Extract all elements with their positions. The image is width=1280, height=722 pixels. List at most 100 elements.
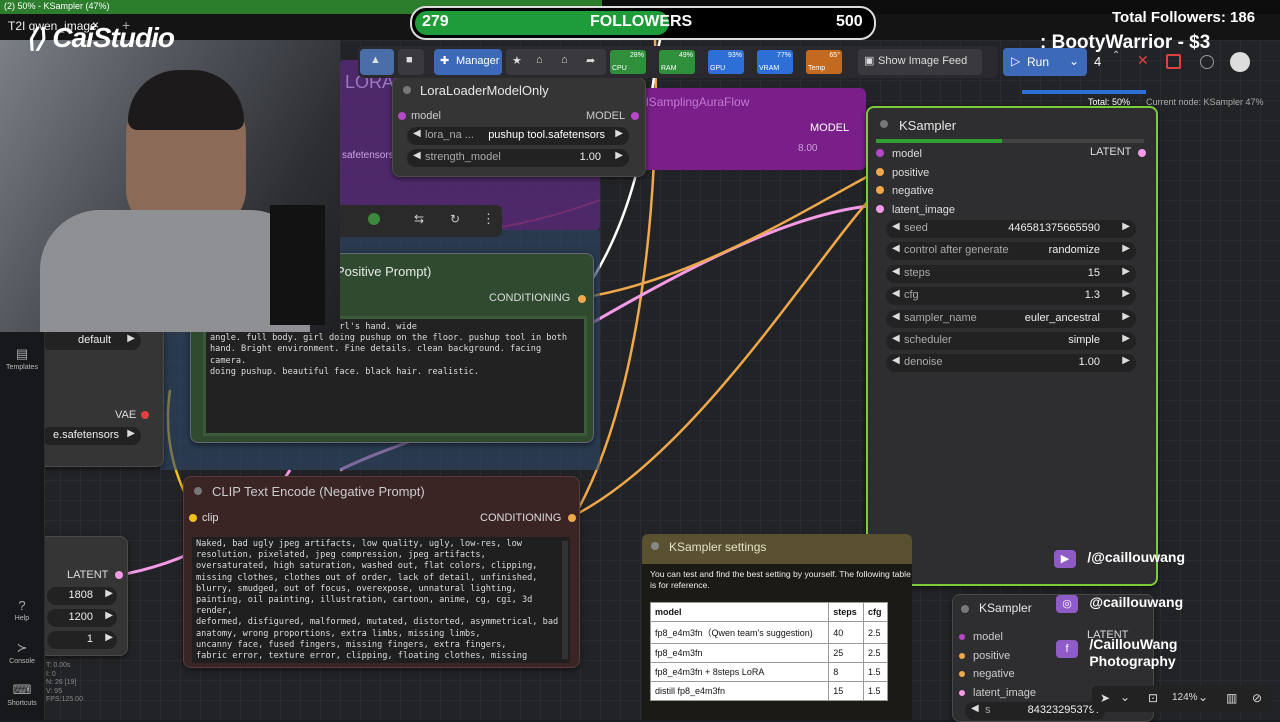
ksampler-input-model[interactable]: model <box>876 146 922 160</box>
collapse-dot-icon[interactable] <box>194 487 202 495</box>
ksampler-widget-scheduler[interactable]: ◀ scheduler simple ▶ <box>886 332 1136 350</box>
help-button[interactable]: ? Help <box>2 598 42 622</box>
input-slot-icon[interactable] <box>876 149 884 157</box>
arrow-left-icon[interactable]: ◀ <box>892 243 900 254</box>
ksampler-input-latent_image[interactable]: latent_image <box>876 202 955 216</box>
input-slot-icon[interactable] <box>959 689 965 696</box>
arrow-right-icon[interactable]: ▶ <box>615 128 623 139</box>
ksampler-widget-cfg[interactable]: ◀ cfg 1.3 ▶ <box>886 287 1136 306</box>
show-image-feed-button[interactable]: ▣ Show Image Feed <box>858 49 982 75</box>
zoom-level[interactable]: 124% <box>1172 692 1198 703</box>
manager-button[interactable]: ✚ Manager <box>434 49 502 75</box>
collapse-dot-icon[interactable] <box>880 120 888 128</box>
star-icon[interactable]: ★ <box>512 54 522 67</box>
cancel-icon[interactable]: ✕ <box>1137 52 1149 69</box>
batch-widget[interactable]: 1 ▶ <box>47 631 117 649</box>
negative-prompt-node[interactable]: CLIP Text Encode (Negative Prompt) clip … <box>183 476 580 668</box>
conditioning-output-slot-icon[interactable] <box>568 514 576 522</box>
latent-output-slot-icon[interactable] <box>115 571 123 579</box>
refresh-icon[interactable]: ↻ <box>450 212 460 226</box>
width-widget[interactable]: 1808 ▶ <box>47 587 117 605</box>
conditioning-output-slot-icon[interactable] <box>578 295 586 303</box>
positive-prompt-textarea[interactable]: d fit cute white asian girl's hand. wide… <box>203 316 587 436</box>
pointer-icon[interactable]: ➤ <box>1100 691 1110 705</box>
input-slot-icon[interactable] <box>876 204 884 213</box>
model-output-slot-icon[interactable] <box>631 112 639 120</box>
empty-latent-node[interactable]: LATENT 1808 ▶ 1200 ▶ 1 ▶ <box>42 536 128 656</box>
minimap-icon[interactable]: ▥ <box>1226 691 1237 705</box>
templates-button[interactable]: ▤ Templates <box>2 346 42 371</box>
arrow-left-icon[interactable]: ◀ <box>892 266 900 277</box>
lora-loader-node[interactable]: LoraLoaderModelOnly model MODEL ◀ lora_n… <box>392 77 646 177</box>
link-visibility-icon[interactable]: ⊘ <box>1252 691 1262 705</box>
arrow-right-icon[interactable]: ▶ <box>127 428 135 439</box>
collapse-dot-icon[interactable] <box>403 86 411 94</box>
collapse-dot-icon[interactable] <box>651 542 659 550</box>
more-options-icon[interactable]: ⋮ <box>482 211 495 227</box>
arrow-right-icon[interactable]: ▶ <box>1122 355 1130 366</box>
ksampler-widget-seed[interactable]: ◀ seed 446581375665590 ▶ <box>886 220 1136 238</box>
model-input-slot-icon[interactable] <box>398 112 406 120</box>
shift-value[interactable]: 8.00 <box>798 143 817 154</box>
ksampler-settings-note[interactable]: KSampler settings You can test and find … <box>642 534 912 720</box>
avatar[interactable] <box>1230 52 1250 72</box>
arrow-right-icon[interactable]: ▶ <box>105 588 113 599</box>
color-picker-icon[interactable] <box>368 213 380 225</box>
latent-output-slot-icon[interactable] <box>1138 149 1146 157</box>
scrollbar[interactable] <box>562 541 568 659</box>
arrow-right-icon[interactable]: ▶ <box>105 610 113 621</box>
arrow-left-icon[interactable]: ◀ <box>892 355 900 366</box>
bookmark-button[interactable]: ■ <box>398 49 424 75</box>
comfy-logo-button[interactable]: ▲ <box>360 49 394 75</box>
default-widget[interactable]: default ▶ <box>41 332 141 350</box>
arrow-right-icon[interactable]: ▶ <box>1122 333 1130 344</box>
vae-output-slot-icon[interactable] <box>141 411 149 419</box>
input-slot-icon[interactable] <box>959 652 965 659</box>
ksampler2-input-negative[interactable]: negative <box>959 666 1015 680</box>
arrow-right-icon[interactable]: ▶ <box>615 150 623 161</box>
vae-file-widget[interactable]: e.safetensors ▶ <box>41 427 141 445</box>
arrow-left-icon[interactable]: ◀ <box>413 150 421 161</box>
ksampler2-input-model[interactable]: model <box>959 629 1003 643</box>
model-icon[interactable]: ⌂ <box>536 54 543 66</box>
collapse-dot-icon[interactable] <box>961 605 969 613</box>
arrow-right-icon[interactable]: ▶ <box>105 632 113 643</box>
lora-name-widget[interactable]: ◀ lora_na ... pushup tool.safetensors ▶ <box>407 127 629 145</box>
ksampler-input-negative[interactable]: negative <box>876 183 934 197</box>
arrow-right-icon[interactable]: ▶ <box>127 333 135 344</box>
negative-prompt-textarea[interactable]: Naked, bad ugly jpeg artifacts, low qual… <box>192 537 570 663</box>
arrow-left-icon[interactable]: ◀ <box>413 128 421 139</box>
share-icon[interactable]: ➦ <box>586 54 595 67</box>
arrow-left-icon[interactable]: ◀ <box>892 221 900 232</box>
nodes-icon[interactable]: ⌂ <box>561 54 568 66</box>
fit-view-icon[interactable]: ⊡ <box>1148 691 1158 705</box>
arrow-right-icon[interactable]: ▶ <box>1122 221 1130 232</box>
arrow-left-icon[interactable]: ◀ <box>892 288 900 299</box>
input-slot-icon[interactable] <box>876 186 884 194</box>
height-widget[interactable]: 1200 ▶ <box>47 609 117 627</box>
batch-count[interactable]: 4 <box>1094 54 1101 69</box>
history-icon[interactable] <box>1200 55 1214 69</box>
console-button[interactable]: ≻ Console <box>2 640 42 665</box>
negative-prompt-text[interactable]: Naked, bad ugly jpeg artifacts, low qual… <box>192 537 570 664</box>
load-vae-node[interactable]: default ▶ VAE e.safetensors ▶ <box>41 325 164 467</box>
ksampler-widget-denoise[interactable]: ◀ denoise 1.00 ▶ <box>886 354 1136 373</box>
strength-model-widget[interactable]: ◀ strength_model 1.00 ▶ <box>407 149 629 167</box>
ksampler2-input-positive[interactable]: positive <box>959 648 1010 662</box>
ksampler-widget-sampler-name[interactable]: ◀ sampler_name euler_ancestral ▶ <box>886 309 1136 328</box>
ksampler2-input-latent_image[interactable]: latent_image <box>959 685 1036 699</box>
run-button[interactable]: ▷ Run ⌄ <box>1003 48 1087 76</box>
arrow-right-icon[interactable]: ▶ <box>1122 266 1130 277</box>
stop-icon[interactable] <box>1166 54 1181 69</box>
clip-input-slot-icon[interactable] <box>189 514 197 522</box>
chevron-down-icon[interactable]: ⌄ <box>1120 690 1130 704</box>
ksampler-input-positive[interactable]: positive <box>876 165 929 179</box>
arrow-right-icon[interactable]: ▶ <box>1122 311 1130 322</box>
ksampler-widget-steps[interactable]: ◀ steps 15 ▶ <box>886 264 1136 283</box>
input-slot-icon[interactable] <box>876 167 884 176</box>
shortcuts-button[interactable]: ⌨ Shortcuts <box>2 682 42 707</box>
arrow-right-icon[interactable]: ▶ <box>1122 243 1130 254</box>
arrow-left-icon[interactable]: ◀ <box>892 333 900 344</box>
input-slot-icon[interactable] <box>959 634 965 640</box>
bypass-icon[interactable]: ⇆ <box>414 212 424 226</box>
